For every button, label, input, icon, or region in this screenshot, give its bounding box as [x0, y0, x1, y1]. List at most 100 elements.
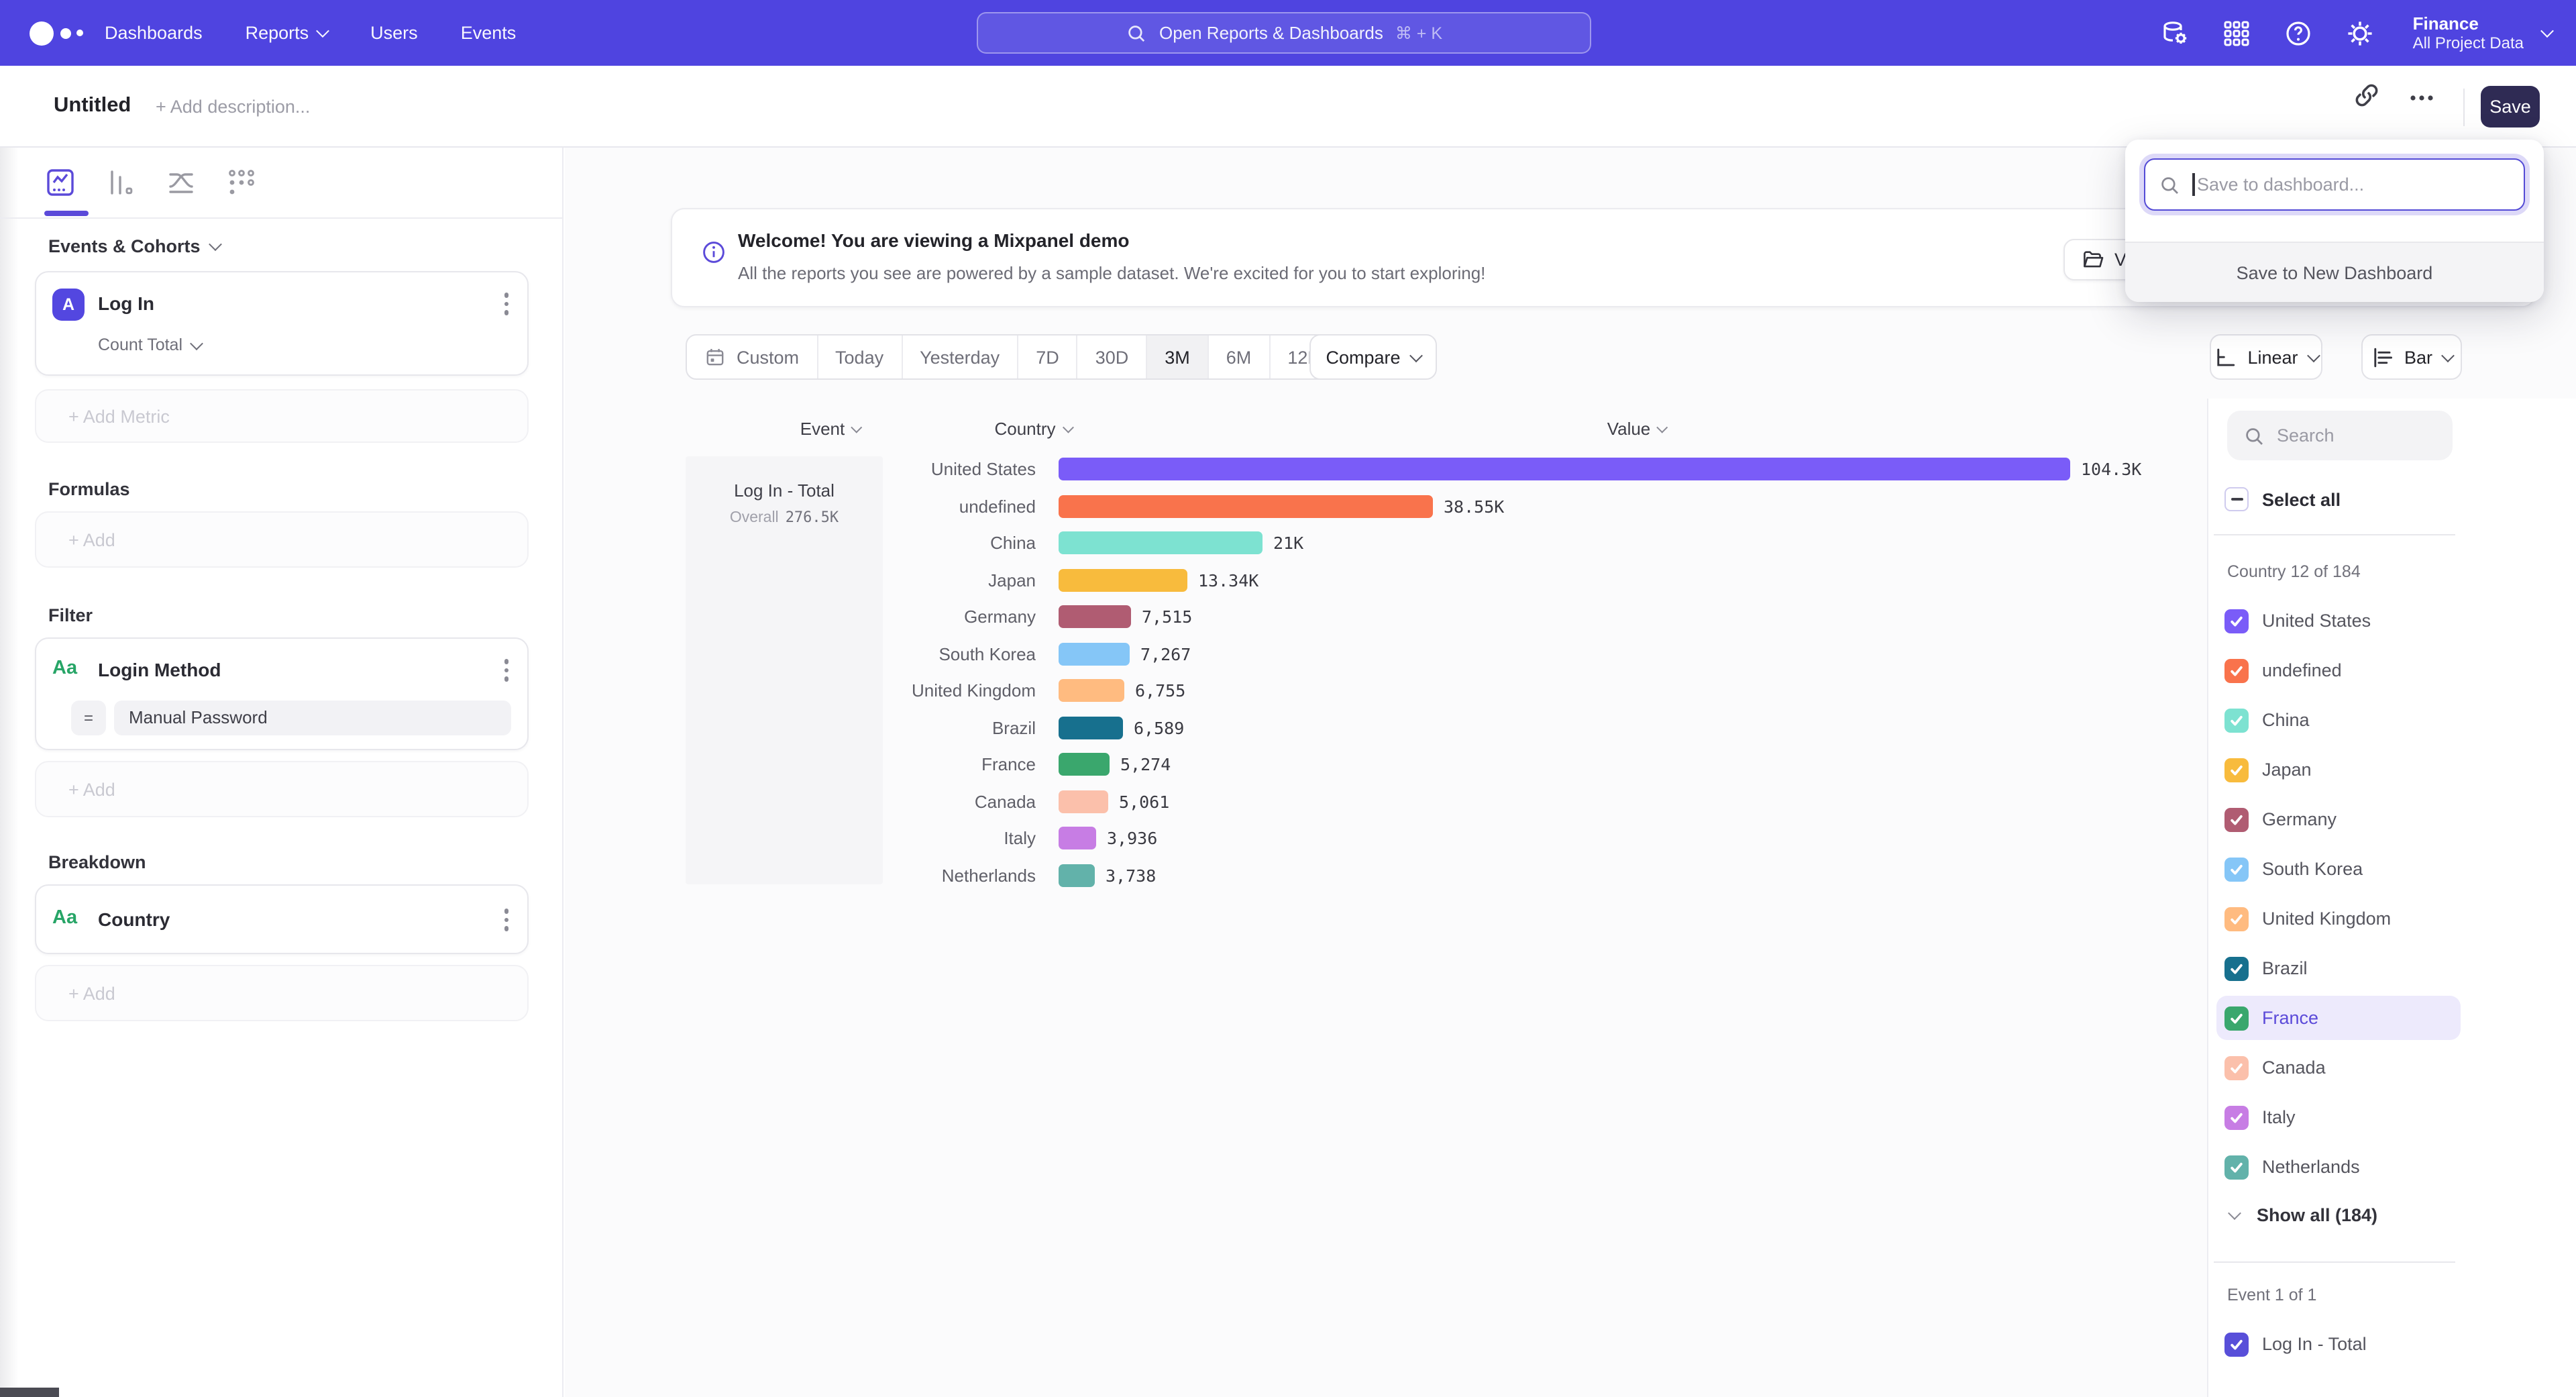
select-all-checkbox[interactable]: [2224, 487, 2249, 511]
legend-item-japan[interactable]: Japan: [2216, 745, 2461, 794]
legend-checkbox[interactable]: [2224, 1006, 2249, 1030]
legend-item-label: undefined: [2262, 660, 2342, 680]
legend-item-south-korea[interactable]: South Korea: [2216, 844, 2461, 894]
breakdown-kebab-icon[interactable]: [504, 909, 508, 931]
add-filter-button[interactable]: + Add: [35, 761, 529, 817]
legend-checkbox[interactable]: [2224, 1055, 2249, 1080]
legend-checkbox[interactable]: [2224, 708, 2249, 732]
filter-property-name[interactable]: Login Method: [98, 659, 221, 680]
breakdown-property-name[interactable]: Country: [98, 909, 170, 930]
legend-checkbox[interactable]: [2224, 956, 2249, 980]
metric-event-name[interactable]: Log In: [98, 293, 154, 314]
filter-card-login-method[interactable]: Aa Login Method = Manual Password: [35, 637, 529, 750]
legend-item-germany[interactable]: Germany: [2216, 794, 2461, 844]
chart-bar[interactable]: [1059, 532, 1263, 555]
global-search[interactable]: Open Reports & Dashboards ⌘ + K: [977, 12, 1591, 54]
date-range-7d[interactable]: 7D: [1017, 335, 1077, 378]
column-header-country[interactable]: Country: [994, 419, 1071, 439]
legend-checkbox[interactable]: [2224, 1332, 2249, 1356]
copy-link-icon[interactable]: [2352, 81, 2381, 110]
breakdown-card-country[interactable]: Aa Country: [35, 884, 529, 954]
settings-gear-icon[interactable]: [2346, 18, 2375, 48]
legend-checkbox[interactable]: [2224, 658, 2249, 682]
show-all-row[interactable]: Show all (184): [2230, 1205, 2377, 1225]
legend-item-label: Germany: [2262, 809, 2337, 829]
report-title[interactable]: Untitled: [54, 94, 131, 118]
date-range-6m[interactable]: 6M: [1208, 335, 1269, 378]
data-management-icon[interactable]: [2161, 18, 2190, 48]
mixpanel-logo[interactable]: [30, 0, 99, 66]
column-header-value[interactable]: Value: [1607, 419, 1667, 439]
legend-item-france[interactable]: France: [2216, 996, 2461, 1040]
help-icon[interactable]: [2284, 18, 2314, 48]
chart-bar[interactable]: [1059, 606, 1131, 629]
save-to-new-dashboard-button[interactable]: Save to New Dashboard: [2125, 242, 2544, 302]
legend-item-brazil[interactable]: Brazil: [2216, 943, 2461, 993]
filter-kebab-icon[interactable]: [504, 659, 508, 681]
nav-item-reports[interactable]: Reports: [246, 23, 328, 43]
legend-item-netherlands[interactable]: Netherlands: [2216, 1142, 2461, 1192]
legend-item-united-states[interactable]: United States: [2216, 596, 2461, 645]
apps-grid-icon[interactable]: [2222, 18, 2252, 48]
chart-bar[interactable]: [1059, 754, 1110, 776]
legend-checkbox[interactable]: [2224, 807, 2249, 831]
chart-bar[interactable]: [1059, 569, 1187, 592]
legend-item-undefined[interactable]: undefined: [2216, 645, 2461, 695]
nav-item-events[interactable]: Events: [461, 23, 517, 43]
filter-value-select[interactable]: Manual Password: [114, 701, 511, 735]
chart-bar[interactable]: [1059, 643, 1130, 666]
legend-checkbox[interactable]: [2224, 758, 2249, 782]
horizontal-scrollbar-thumb[interactable]: [0, 1388, 59, 1397]
metric-kebab-icon[interactable]: [504, 293, 508, 315]
chart-bar[interactable]: [1059, 864, 1095, 887]
legend-item-canada[interactable]: Canada: [2216, 1043, 2461, 1092]
save-to-dashboard-input[interactable]: Save to dashboard...: [2144, 158, 2525, 211]
select-all-row[interactable]: Select all: [2224, 487, 2341, 511]
save-button[interactable]: Save: [2481, 86, 2540, 127]
chart-bar[interactable]: [1059, 680, 1124, 703]
legend-item-italy[interactable]: Italy: [2216, 1092, 2461, 1142]
date-range-30d[interactable]: 30D: [1077, 335, 1146, 378]
chart-bar[interactable]: [1059, 790, 1108, 813]
add-description-field[interactable]: + Add description...: [156, 97, 310, 117]
add-metric-button[interactable]: + Add Metric: [35, 389, 529, 443]
chart-bar[interactable]: [1059, 458, 2070, 481]
chart-bar[interactable]: [1059, 827, 1096, 850]
project-switcher[interactable]: Finance All Project Data: [2413, 13, 2524, 53]
date-range-3m[interactable]: 3M: [1146, 335, 1208, 378]
nav-item-users[interactable]: Users: [370, 23, 418, 43]
events-cohorts-header[interactable]: Events & Cohorts: [48, 236, 221, 256]
date-range-today[interactable]: Today: [816, 335, 901, 378]
legend-checkbox[interactable]: [2224, 1155, 2249, 1179]
add-breakdown-button[interactable]: + Add: [35, 965, 529, 1021]
chart-bar-value: 13.34K: [1198, 570, 1258, 590]
nav-item-dashboards[interactable]: Dashboards: [105, 23, 203, 43]
legend-checkbox[interactable]: [2224, 907, 2249, 931]
more-options-icon[interactable]: [2407, 83, 2436, 113]
metric-card-log-in[interactable]: A Log In Count Total: [35, 271, 529, 376]
legend-checkbox[interactable]: [2224, 857, 2249, 881]
column-header-event[interactable]: Event: [800, 419, 861, 439]
metric-aggregation-select[interactable]: Count Total: [98, 335, 201, 354]
tab-funnels-icon[interactable]: [105, 166, 137, 199]
tab-flows-icon[interactable]: [165, 166, 197, 199]
legend-item-china[interactable]: China: [2216, 695, 2461, 745]
chart-bar[interactable]: [1059, 717, 1123, 739]
tab-retention-icon[interactable]: [225, 166, 258, 199]
project-chevron-down-icon[interactable]: [2540, 24, 2554, 38]
legend-checkbox[interactable]: [2224, 1105, 2249, 1129]
chart-type-button[interactable]: Bar: [2361, 334, 2462, 380]
chart-row-label: Canada: [883, 792, 1059, 812]
legend-item-united-kingdom[interactable]: United Kingdom: [2216, 894, 2461, 943]
legend-search-input[interactable]: Search: [2227, 411, 2453, 460]
filter-operator-select[interactable]: =: [71, 701, 106, 735]
scale-select-button[interactable]: Linear: [2210, 334, 2322, 380]
date-range-yesterday[interactable]: Yesterday: [901, 335, 1017, 378]
date-range-custom[interactable]: Custom: [687, 335, 816, 378]
chart-bar[interactable]: [1059, 495, 1433, 518]
compare-button[interactable]: Compare: [1309, 334, 1437, 380]
legend-item-log-in---total[interactable]: Log In - Total: [2216, 1319, 2461, 1369]
add-formula-button[interactable]: + Add: [35, 511, 529, 568]
legend-checkbox[interactable]: [2224, 609, 2249, 633]
tab-insights-icon[interactable]: [44, 166, 76, 199]
